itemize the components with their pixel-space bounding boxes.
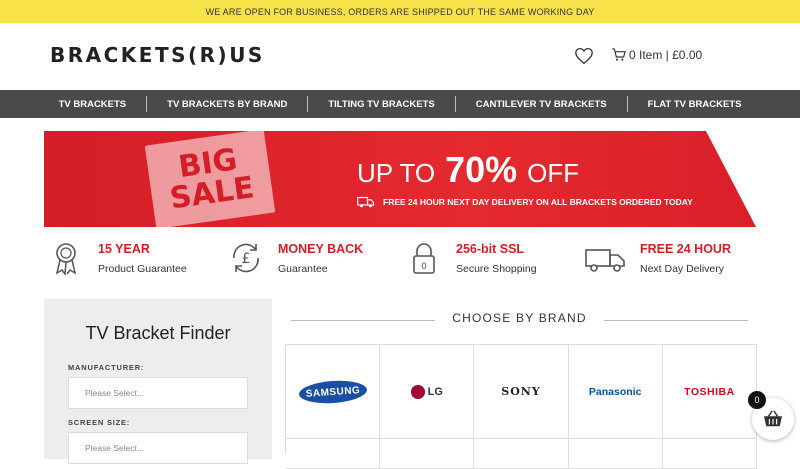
feature-title: MONEY BACK (278, 241, 364, 256)
feature-delivery: FREE 24 HOUR Next Day Delivery (584, 240, 731, 276)
cart-summary[interactable]: 0 Item | £0.00 (611, 47, 702, 63)
panasonic-logo: Panasonic (588, 385, 642, 398)
discount-headline: UP TO 70% OFF (357, 149, 579, 191)
feature-title: 256-bit SSL (456, 241, 525, 256)
toshiba-logo: TOSHIBA (684, 385, 735, 398)
padlock-icon-text: 0 (421, 262, 427, 272)
feature-title: 15 YEAR (98, 241, 150, 256)
banner-delivery-line: FREE 24 HOUR NEXT DAY DELIVERY ON ALL BR… (357, 196, 693, 208)
lg-emblem-icon (410, 384, 425, 399)
sony-logo: SONY (501, 385, 541, 398)
lg-logo: LG (410, 384, 443, 399)
brand-tile[interactable] (380, 439, 475, 469)
off-text: OFF (527, 158, 580, 188)
brand-tile[interactable] (474, 439, 569, 469)
feature-money-back: £ MONEY BACK Guarantee (228, 240, 363, 276)
banner-delivery-text: FREE 24 HOUR NEXT DAY DELIVERY ON ALL BR… (383, 197, 693, 207)
basket-count-badge: 0 (748, 391, 766, 409)
site-header: BRACKETS(R)US 0 Item | £0.00 (0, 23, 800, 90)
feature-subtitle: Secure Shopping (456, 262, 537, 275)
basket-icon (764, 410, 782, 427)
brand-tile-toshiba[interactable]: TOSHIBA (662, 345, 757, 439)
delivery-truck-icon (585, 249, 625, 272)
brand-tile-sony[interactable]: SONY (474, 345, 569, 439)
sale-sign-line2: SALE (167, 170, 257, 217)
big-sale-sign: BIG SALE (144, 131, 276, 227)
screen-size-select[interactable]: Please Select... (68, 432, 248, 464)
lg-logo-text: LG (427, 385, 443, 398)
screen-size-label: SCREEN SIZE: (68, 418, 131, 427)
announcement-text: WE ARE OPEN FOR BUSINESS, ORDERS ARE SHI… (205, 6, 595, 17)
nav-item-tv-brackets-by-brand[interactable]: TV BRACKETS BY BRAND (147, 99, 307, 110)
brand-tile[interactable] (568, 439, 663, 469)
brand-grid: SAMSUNG LG SONY Panasonic TOSHIBA (285, 344, 757, 469)
feature-strip: 15 YEAR Product Guarantee £ MONEY BACK Gua… (44, 240, 756, 284)
feature-guarantee: 15 YEAR Product Guarantee (48, 240, 187, 276)
manufacturer-label: MANUFACTURER: (68, 363, 145, 372)
nav-item-flat-tv-brackets[interactable]: FLAT TV BRACKETS (628, 99, 762, 110)
nav-item-tilting-tv-brackets[interactable]: TILTING TV BRACKETS (308, 99, 454, 110)
pound-refresh-icon: £ (233, 243, 259, 273)
up-to-text: UP TO (357, 158, 436, 188)
shopping-cart-icon (612, 48, 626, 61)
sale-banner[interactable]: BIG SALE UP TO 70% OFF FREE 24 HOUR NEXT… (44, 131, 756, 227)
discount-percent: 70% (445, 149, 518, 190)
samsung-logo: SAMSUNG (297, 378, 368, 405)
site-logo[interactable]: BRACKETS(R)US (50, 43, 265, 67)
brands-title: CHOOSE BY BRAND (452, 311, 587, 325)
main-navigation: TV BRACKETS TV BRACKETS BY BRAND TILTING… (0, 90, 800, 118)
manufacturer-select[interactable]: Please Select... (68, 377, 248, 409)
choose-by-brand-heading: CHOOSE BY BRAND (291, 309, 748, 327)
padlock-icon: 0 (413, 243, 435, 274)
wishlist-heart-icon[interactable] (574, 47, 594, 65)
brand-tile-lg[interactable]: LG (380, 345, 475, 439)
delivery-truck-icon (357, 196, 375, 208)
feature-title: FREE 24 HOUR (640, 241, 731, 256)
feature-ssl: 0 256-bit SSL Secure Shopping (406, 240, 537, 276)
brand-tile-panasonic[interactable]: Panasonic (568, 345, 663, 439)
award-ribbon-icon (55, 243, 77, 276)
brand-tile[interactable] (662, 439, 757, 469)
tv-bracket-finder: TV Bracket Finder MANUFACTURER: Please S… (44, 299, 272, 464)
svg-text:£: £ (242, 251, 251, 267)
feature-subtitle: Guarantee (278, 262, 328, 275)
nav-item-tv-brackets[interactable]: TV BRACKETS (39, 99, 147, 110)
feature-subtitle: Next Day Delivery (640, 262, 725, 275)
nav-item-cantilever-tv-brackets[interactable]: CANTILEVER TV BRACKETS (456, 99, 627, 110)
announcement-bar: WE ARE OPEN FOR BUSINESS, ORDERS ARE SHI… (0, 0, 800, 23)
cart-summary-text: 0 Item | £0.00 (629, 48, 703, 62)
brand-tile-samsung[interactable]: SAMSUNG (286, 345, 381, 439)
brand-tile[interactable] (286, 439, 381, 469)
finder-title: TV Bracket Finder (85, 323, 231, 343)
feature-subtitle: Product Guarantee (98, 262, 187, 275)
